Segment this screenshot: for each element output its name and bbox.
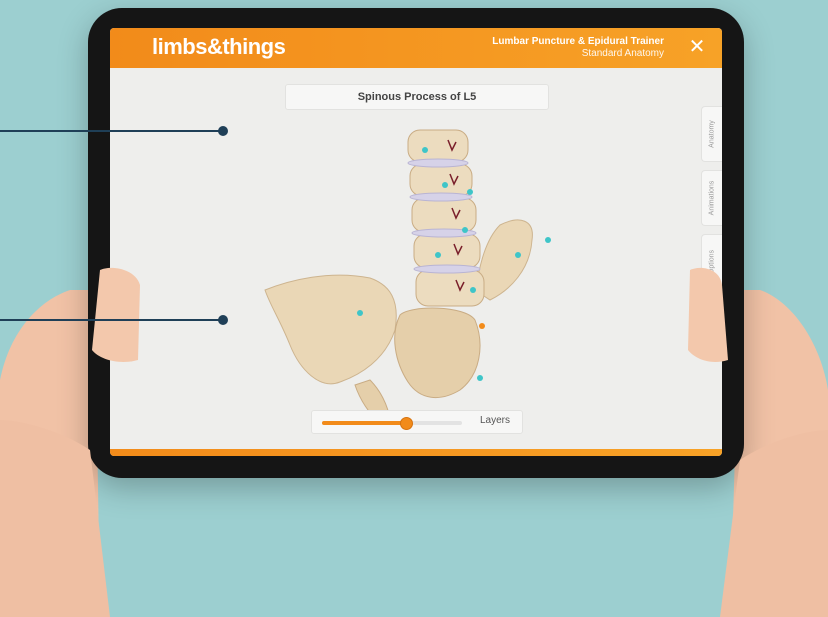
annotation-line-bottom xyxy=(0,319,222,321)
annotation-line-top xyxy=(0,130,222,132)
fingers-overlay xyxy=(0,267,828,617)
annotation-dot-bottom xyxy=(218,315,228,325)
annotation-dot-top xyxy=(218,126,228,136)
